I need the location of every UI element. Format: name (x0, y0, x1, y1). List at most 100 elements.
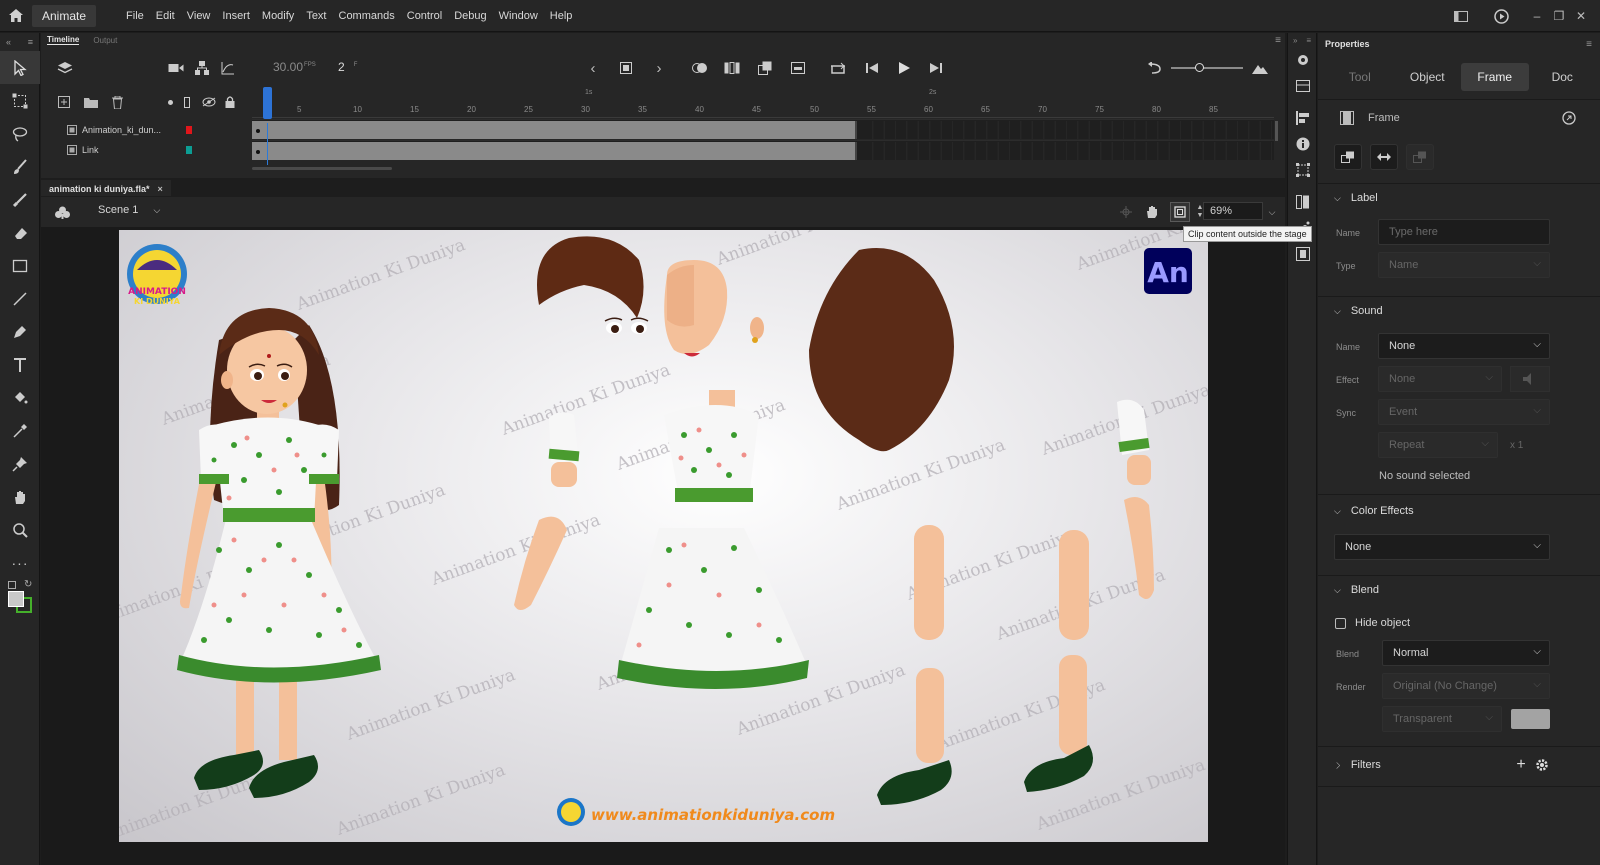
lock-all-icon[interactable] (223, 95, 237, 109)
filters-section-header[interactable]: ⌵ Filters (1332, 759, 1381, 771)
keyframe[interactable] (256, 129, 260, 133)
menu-view[interactable]: View (181, 10, 217, 22)
keyframe[interactable] (256, 150, 260, 154)
free-transform-tool-icon[interactable] (0, 84, 40, 117)
hand-tool-icon[interactable] (0, 480, 40, 513)
tab-object[interactable]: Object (1394, 63, 1462, 91)
sound-repeat-select[interactable]: Repeat ⌵ (1378, 432, 1498, 458)
panel-menu-icon[interactable]: ≡ (1306, 36, 1311, 45)
menu-debug[interactable]: Debug (448, 10, 492, 22)
panel-menu-icon[interactable]: ≡ (28, 37, 33, 47)
graph-editor-icon[interactable] (217, 57, 239, 79)
test-movie-icon[interactable] (1490, 7, 1512, 25)
filter-settings-gear-icon[interactable] (1534, 756, 1550, 774)
new-folder-icon[interactable] (83, 95, 99, 109)
label-type-select[interactable]: Name ⌵ (1378, 252, 1550, 278)
tab-frame[interactable]: Frame (1461, 63, 1529, 91)
mountain-icon[interactable] (1249, 57, 1271, 79)
scene-selector[interactable]: Scene 1 ⌵ (98, 204, 160, 216)
frame-size-slider-knob[interactable] (1195, 63, 1204, 72)
blend-mode-select[interactable]: Normal ⌵ (1382, 640, 1550, 666)
menu-control[interactable]: Control (401, 10, 448, 22)
motion-tween-icon[interactable] (1406, 144, 1434, 170)
frame-span[interactable] (252, 121, 857, 139)
frame-picker-icon[interactable] (1288, 241, 1318, 267)
timeline-v-scrollbar[interactable] (1275, 121, 1278, 141)
add-filter-icon[interactable]: + (1513, 756, 1529, 774)
components-icon[interactable] (1288, 189, 1318, 215)
selection-tool-icon[interactable] (0, 51, 40, 84)
current-frame-display[interactable]: 2F (338, 60, 357, 74)
outline-icon[interactable] (182, 95, 192, 109)
layer-animation-ki-duniya[interactable]: Animation_ki_dun... (41, 120, 251, 140)
lasso-tool-icon[interactable] (0, 117, 40, 150)
delete-layer-icon[interactable] (109, 95, 125, 109)
zoom-tool-icon[interactable] (0, 513, 40, 546)
show-all-dot-icon[interactable] (165, 95, 175, 109)
assets-icon[interactable] (1288, 47, 1318, 73)
camera-icon[interactable] (165, 57, 187, 79)
blend-section-header[interactable]: ⌵ Blend (1334, 584, 1379, 596)
create-tween-icon[interactable] (754, 57, 776, 79)
tab-output[interactable]: Output (93, 36, 117, 45)
text-tool-icon[interactable] (0, 348, 40, 381)
menu-help[interactable]: Help (544, 10, 579, 22)
layer-parenting-icon[interactable] (191, 57, 213, 79)
more-tools-icon[interactable]: ··· (0, 546, 40, 579)
brush-tool-icon[interactable] (0, 150, 40, 183)
label-section-header[interactable]: ⌵ Label (1334, 192, 1378, 204)
tab-timeline[interactable]: Timeline (47, 35, 80, 45)
step-forward-icon[interactable] (925, 57, 947, 79)
frame-ruler[interactable]: 1s 2s 5 10 15 20 25 30 35 40 45 50 55 60… (252, 87, 1274, 119)
layers-icon[interactable] (53, 57, 77, 79)
sound-effect-select[interactable]: None ⌵ (1378, 366, 1502, 392)
eraser-tool-icon[interactable] (0, 216, 40, 249)
hide-all-eye-icon[interactable] (201, 95, 217, 109)
tab-tool[interactable]: Tool (1326, 63, 1394, 91)
edit-symbols-icon[interactable] (53, 203, 71, 221)
default-colors-icon[interactable] (8, 581, 16, 589)
menu-file[interactable]: File (120, 10, 150, 22)
close-icon[interactable]: ✕ (1570, 7, 1592, 25)
render-select[interactable]: Original (No Change) ⌵ (1382, 673, 1550, 699)
new-layer-icon[interactable] (57, 95, 71, 109)
hide-object-checkbox[interactable] (1335, 618, 1346, 629)
align-icon[interactable] (1288, 105, 1318, 131)
next-frame-icon[interactable]: › (649, 57, 669, 79)
background-color-swatch[interactable] (1511, 709, 1550, 729)
sound-sync-select[interactable]: Event ⌵ (1378, 399, 1550, 425)
hide-object-label[interactable]: Hide object (1355, 617, 1410, 629)
frame-size-slider[interactable] (1171, 63, 1243, 72)
insert-keyframe-icon[interactable] (787, 57, 809, 79)
minimize-icon[interactable]: – (1526, 7, 1548, 25)
info-icon[interactable] (1288, 131, 1318, 157)
step-back-icon[interactable] (861, 57, 883, 79)
sound-section-header[interactable]: ⌵ Sound (1334, 305, 1383, 317)
center-frame-icon[interactable] (616, 57, 636, 79)
workspace-icon[interactable] (1450, 7, 1472, 25)
frame-help-icon[interactable] (1560, 109, 1578, 127)
layer-color-swatch[interactable] (186, 126, 192, 134)
play-icon[interactable] (893, 57, 915, 79)
sound-repeat-count[interactable]: x 1 (1510, 440, 1523, 451)
pen-tool-icon[interactable] (0, 315, 40, 348)
pin-tool-icon[interactable] (0, 447, 40, 480)
rectangle-tool-icon[interactable] (0, 249, 40, 282)
loop-icon[interactable] (827, 57, 849, 79)
stroke-color-swatch[interactable] (8, 591, 24, 607)
home-icon[interactable] (2, 0, 30, 32)
sound-name-select[interactable]: None ⌵ (1378, 333, 1550, 359)
tab-doc[interactable]: Doc (1529, 63, 1597, 91)
label-name-input[interactable]: Type here (1378, 219, 1550, 245)
collapse-icon[interactable]: » (1293, 36, 1297, 45)
frame-row-link[interactable] (252, 140, 1274, 160)
edit-sound-icon[interactable] (1510, 366, 1550, 392)
playhead[interactable] (263, 87, 272, 119)
zoom-dropdown-icon[interactable]: ⌵ (1265, 204, 1279, 220)
eyedropper-tool-icon[interactable] (0, 414, 40, 447)
transparent-select[interactable]: Transparent ⌵ (1382, 706, 1502, 732)
frame-row-animation-ki-duniya[interactable] (252, 119, 1274, 139)
clip-content-icon[interactable] (1170, 202, 1190, 222)
color-effects-section-header[interactable]: ⌵ Color Effects (1334, 505, 1414, 517)
frame-span[interactable] (252, 142, 857, 160)
